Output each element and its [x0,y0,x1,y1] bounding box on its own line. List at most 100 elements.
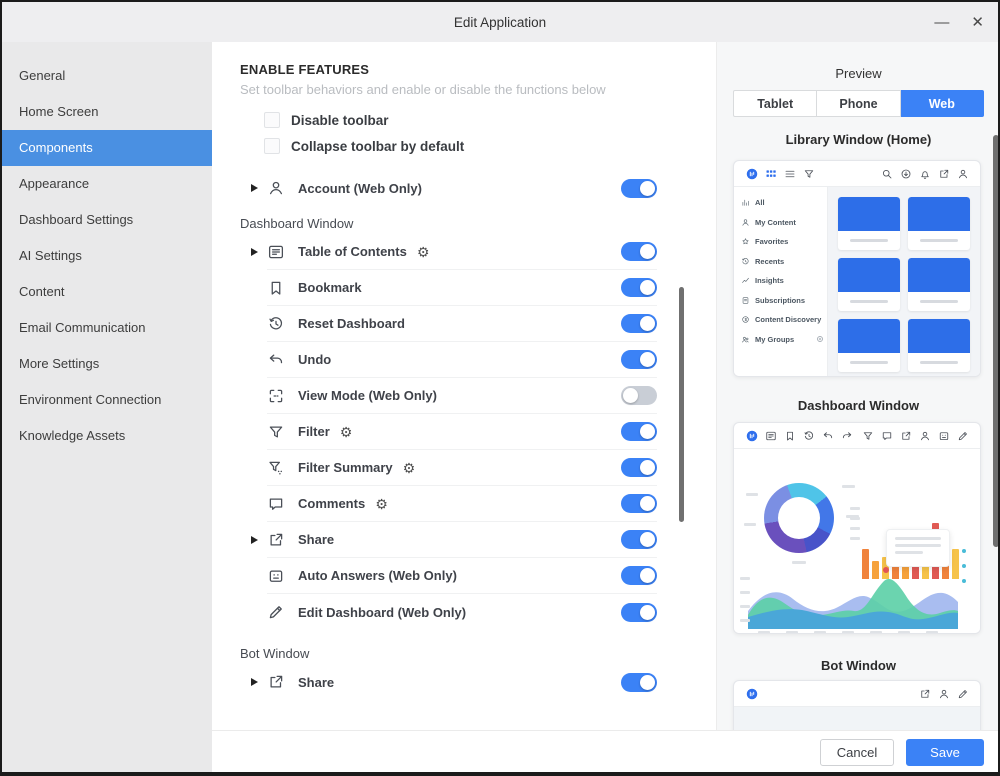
feature-label: Account (Web Only) [298,180,422,196]
toggle-share[interactable] [621,672,657,692]
section-label-dashboard-window: Dashboard Window [240,216,354,231]
gear-icon[interactable]: ⚙ [403,461,416,475]
toggle-edit-dashboard-web-only[interactable] [621,602,657,622]
library-nav-favorites: Favorites [741,232,827,252]
sidebar-item-ai-settings[interactable]: AI Settings [2,238,212,274]
preview-device-tabs: Tablet Phone Web [733,90,984,117]
sidebar-item-email-communication[interactable]: Email Communication [2,310,212,346]
toggle-bookmark[interactable] [621,278,657,297]
edit-icon [267,603,285,621]
cancel-button[interactable]: Cancel [820,739,894,766]
enable-features-heading: ENABLE FEATURES [240,62,370,77]
bot-toolbar [734,681,980,707]
feature-row-undo: Undo [267,342,657,378]
bot-window-title: Bot Window [821,658,896,673]
share-icon [267,531,285,549]
plus-circle-icon [816,335,824,343]
toggle-undo[interactable] [621,350,657,369]
section-label-bot-window: Bot Window [240,646,310,661]
person-icon [938,688,950,700]
feature-label: Auto Answers (Web Only) [298,568,457,583]
toggle-account-web-only[interactable] [621,178,657,198]
toc-icon [267,243,285,261]
expand-arrow-icon[interactable] [251,184,258,192]
preview-panel: Preview Tablet Phone Web Library Window (H… [716,42,998,730]
gear-icon[interactable]: ⚙ [340,425,353,439]
history-icon [267,315,285,333]
chart-tooltip [886,529,950,567]
comments-icon [881,430,893,442]
preview-tab-phone[interactable]: Phone [817,90,901,117]
library-nav-insights: Insights [741,271,827,291]
feature-label: Undo [298,352,332,367]
toggle-reset-dashboard[interactable] [621,314,657,333]
toggle-comments[interactable] [621,494,657,513]
redo-icon [841,430,853,442]
preview-tab-tablet[interactable]: Tablet [733,90,818,117]
history-icon [741,257,750,266]
gear-icon[interactable]: ⚙ [375,497,388,511]
checkbox-collapse-toolbar-by-default[interactable] [264,138,280,154]
expand-arrow-icon[interactable] [251,678,258,686]
toggle-filter[interactable] [621,422,657,441]
expand-arrow-icon[interactable] [251,535,258,544]
auto-answers-icon [938,430,950,442]
sidebar-item-appearance[interactable]: Appearance [2,166,212,202]
sidebar-item-components[interactable]: Components [2,130,212,166]
grid-icon [765,168,777,180]
toggle-table-of-contents[interactable] [621,242,657,261]
library-nav-recents: Recents [741,252,827,272]
toggle-share[interactable] [621,530,657,549]
sidebar-item-content[interactable]: Content [2,274,212,310]
sidebar-item-general[interactable]: General [2,58,212,94]
share-icon [900,430,912,442]
feature-label: Filter [298,424,330,439]
close-icon[interactable]: ✕ [971,15,984,30]
library-tile [838,197,900,250]
trend-icon [741,276,750,285]
sidebar-item-dashboard-settings[interactable]: Dashboard Settings [2,202,212,238]
toggle-auto-answers-web-only[interactable] [621,566,657,585]
titlebar: Edit Application — ✕ [2,2,998,42]
sidebar-item-knowledge-assets[interactable]: Knowledge Assets [2,418,212,454]
logo-icon [746,430,758,442]
toggle-filter-summary[interactable] [621,458,657,477]
toggle-knob [640,604,655,620]
toggle-knob [640,674,655,690]
comments-icon [267,495,285,513]
filter-summary-icon [267,459,285,477]
save-button[interactable]: Save [906,739,984,766]
toggle-knob [623,388,638,403]
library-nav-label: Recents [755,256,785,266]
toggle-view-mode-web-only[interactable] [621,386,657,405]
window-title: Edit Application [453,14,547,30]
sidebar-item-home-screen[interactable]: Home Screen [2,94,212,130]
library-nav-my-content: My Content [741,213,827,233]
checkbox-disable-toolbar[interactable] [264,112,280,128]
person-icon [957,168,969,180]
sidebar-item-more-settings[interactable]: More Settings [2,346,212,382]
library-nav-all: All [741,193,827,213]
dashboard-window-title: Dashboard Window [797,398,920,413]
panel-scrollbar[interactable] [993,135,998,547]
edit-icon [957,430,969,442]
bookmark-icon [784,430,796,442]
toggle-knob [640,244,655,259]
library-nav-label: Content Discovery [755,315,822,325]
settings-sidebar: General Home Screen Components Appearance Da… [2,42,212,772]
expand-arrow-icon[interactable] [251,247,258,256]
sidebar-item-environment-connection[interactable]: Environment Connection [2,382,212,418]
content-scrollbar[interactable] [679,287,684,522]
library-window-preview: All My Content Favorites Recents Insights Sub… [733,160,981,377]
preview-tab-web[interactable]: Web [900,90,984,117]
dashboard-window-preview [733,422,981,634]
gear-icon[interactable]: ⚙ [417,245,430,259]
feature-label: Table of Contents [298,244,407,259]
enable-features-subheading: Set toolbar behaviors and enable or disa… [240,82,606,97]
minimize-icon[interactable]: — [934,15,949,30]
toggle-knob [640,496,655,511]
feature-label: Edit Dashboard (Web Only) [298,604,467,620]
person-icon [741,218,750,227]
star-icon [741,237,750,246]
filter-icon [803,168,815,180]
